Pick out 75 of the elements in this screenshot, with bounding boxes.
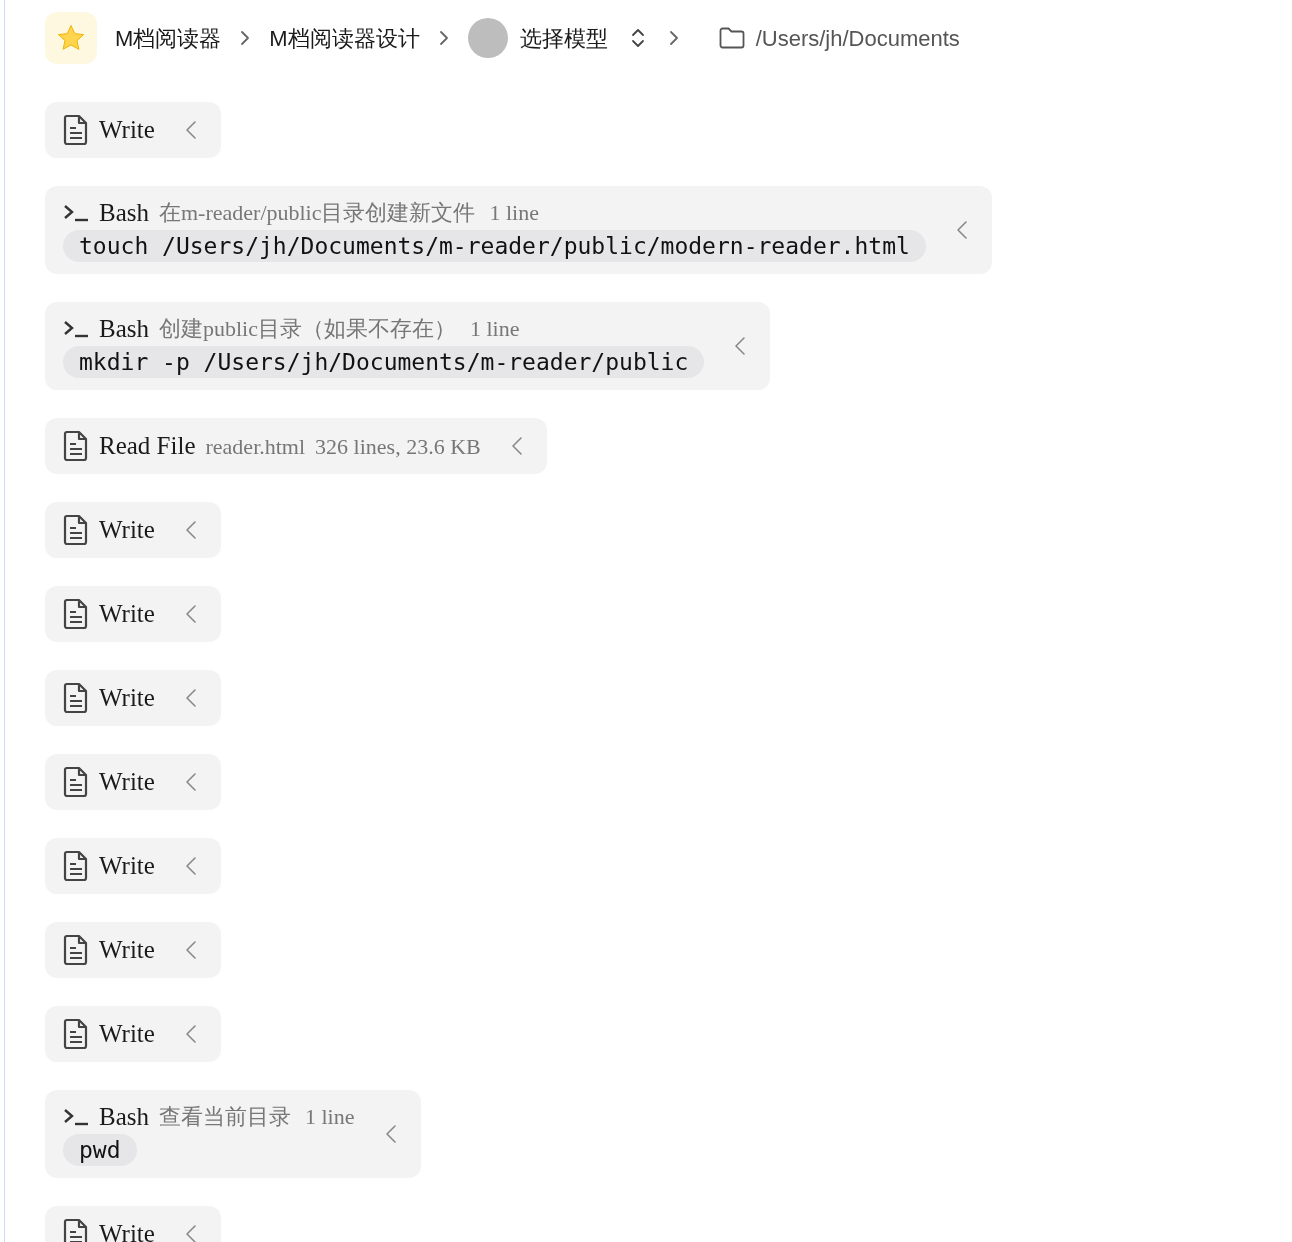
chevron-right-icon: [239, 29, 252, 47]
tool-title: Write: [99, 515, 155, 546]
chevron-left-icon[interactable]: [184, 855, 197, 877]
file-tool-card[interactable]: Write: [45, 502, 221, 558]
line-count: 1 line: [470, 315, 520, 343]
file-info: 326 lines, 23.6 KB: [315, 432, 481, 461]
chevron-left-icon[interactable]: [384, 1123, 397, 1145]
command-description: 查看当前目录: [159, 1103, 291, 1131]
document-icon: [63, 850, 89, 882]
file-tool-card[interactable]: Write: [45, 1206, 221, 1242]
chevron-left-icon[interactable]: [184, 771, 197, 793]
command-text: pwd: [63, 1134, 137, 1166]
file-tool-card[interactable]: Write: [45, 922, 221, 978]
file-tool-card[interactable]: Write: [45, 1006, 221, 1062]
tool-title: Write: [99, 935, 155, 966]
chevron-left-icon[interactable]: [510, 435, 523, 457]
tool-title: Bash: [99, 1102, 149, 1132]
breadcrumb-link[interactable]: M档阅读器设计: [269, 21, 420, 55]
chevron-right-icon: [437, 29, 450, 47]
bash-tool-card[interactable]: Bash 查看当前目录 1 line pwd: [45, 1090, 421, 1178]
document-icon: [63, 682, 89, 714]
document-icon: [63, 934, 89, 966]
command-text: mkdir -p /Users/jh/Documents/m-reader/public: [63, 346, 705, 378]
file-tool-card[interactable]: Write: [45, 670, 221, 726]
chevron-left-icon[interactable]: [734, 335, 747, 357]
document-icon: [63, 114, 89, 146]
bash-tool-card[interactable]: Bash 创建public目录（如果不存在） 1 line mkdir -p /Users/jh/Documents/m-reader/public: [45, 302, 771, 390]
file-tool-card[interactable]: Write: [45, 754, 221, 810]
document-icon: [63, 598, 89, 630]
tool-title: Bash: [99, 198, 149, 228]
up-down-chevron-icon: [629, 26, 646, 50]
app-logo[interactable]: [45, 12, 97, 64]
tool-title: Write: [99, 767, 155, 798]
tool-title: Write: [99, 1019, 155, 1050]
document-icon: [63, 766, 89, 798]
terminal-icon: [63, 203, 89, 223]
document-icon: [63, 1018, 89, 1050]
document-icon: [63, 1218, 89, 1242]
tool-title: Write: [99, 683, 155, 714]
bash-tool-card[interactable]: Bash 在m-reader/public目录创建新文件 1 line touch /Users/jh/Documents/m-reader/public/modern-reader.html: [45, 186, 992, 274]
folder-icon: [717, 26, 746, 50]
chevron-left-icon[interactable]: [184, 939, 197, 961]
chevron-left-icon[interactable]: [184, 119, 197, 141]
file-name: reader.html: [205, 432, 306, 461]
line-count: 1 line: [489, 199, 539, 227]
line-count: 1 line: [305, 1103, 355, 1131]
model-avatar-icon: [467, 18, 508, 58]
chevron-left-icon[interactable]: [184, 603, 197, 625]
model-selector[interactable]: 选择模型: [519, 21, 608, 55]
chevron-left-icon[interactable]: [184, 687, 197, 709]
file-tool-card[interactable]: Write: [45, 102, 221, 158]
chevron-left-icon[interactable]: [184, 1223, 197, 1242]
chevron-left-icon[interactable]: [184, 1023, 197, 1045]
tool-title: Write: [99, 599, 155, 630]
file-tool-card[interactable]: Write: [45, 838, 221, 894]
document-icon: [63, 430, 89, 462]
file-tool-card[interactable]: Read File reader.html 326 lines, 23.6 KB: [45, 418, 547, 474]
tool-title: Write: [99, 115, 155, 146]
chevron-left-icon[interactable]: [955, 219, 968, 241]
star-icon: [56, 23, 86, 53]
tool-title: Read File: [99, 431, 196, 462]
file-tool-card[interactable]: Write: [45, 586, 221, 642]
command-text: touch /Users/jh/Documents/m-reader/public/modern-reader.html: [63, 230, 926, 262]
terminal-icon: [63, 1107, 89, 1127]
breadcrumb-link[interactable]: M档阅读器: [115, 21, 222, 55]
folder-path[interactable]: /Users/jh/Documents: [755, 21, 960, 55]
terminal-icon: [63, 319, 89, 339]
tool-title: Write: [99, 851, 155, 882]
command-description: 创建public目录（如果不存在）: [159, 315, 456, 343]
command-description: 在m-reader/public目录创建新文件: [159, 199, 476, 227]
document-icon: [63, 514, 89, 546]
chevron-right-icon: [667, 29, 680, 47]
tool-title: Write: [99, 1219, 155, 1242]
tool-title: Bash: [99, 314, 149, 344]
chevron-left-icon[interactable]: [184, 519, 197, 541]
